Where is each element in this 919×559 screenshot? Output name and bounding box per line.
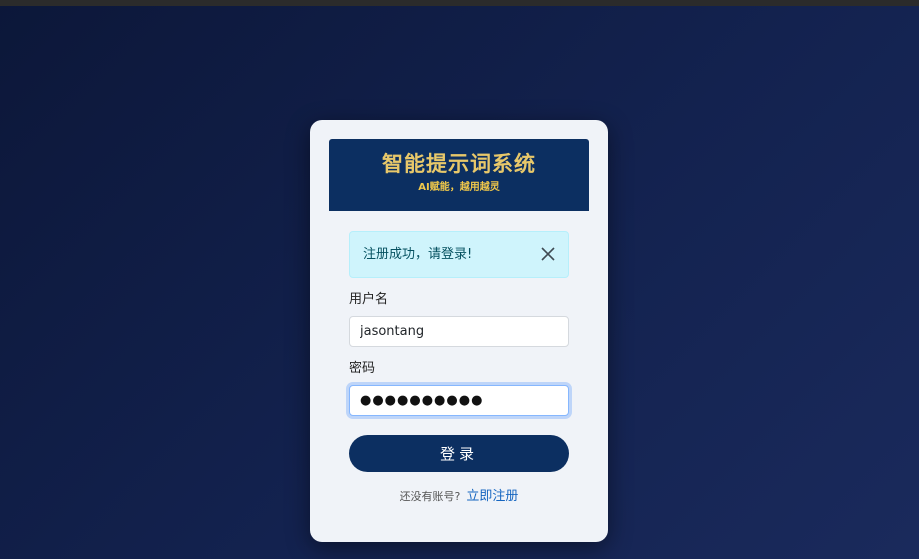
app-subtitle: AI赋能，越用越灵 — [418, 182, 500, 193]
username-label: 用户名 — [349, 292, 389, 307]
register-row: 还没有账号? 立即注册 — [310, 486, 608, 506]
login-button[interactable]: 登录 — [349, 435, 569, 472]
username-input[interactable] — [349, 316, 569, 347]
password-label: 密码 — [349, 361, 376, 376]
password-masked-value: ●●●●●●●●●● — [360, 393, 484, 408]
header-banner: 智能提示词系统 AI赋能，越用越灵 — [329, 139, 589, 211]
register-prompt: 还没有账号? — [399, 490, 461, 503]
password-input[interactable]: ●●●●●●●●●● — [349, 385, 569, 416]
window-top-strip — [0, 0, 919, 6]
close-icon[interactable] — [538, 244, 558, 264]
app-title: 智能提示词系统 — [382, 152, 536, 176]
alert-message: 注册成功，请登录! — [363, 247, 473, 262]
success-alert: 注册成功，请登录! — [349, 231, 569, 278]
login-card: 智能提示词系统 AI赋能，越用越灵 注册成功，请登录! 用户名 密码 ●●●●●… — [310, 120, 608, 542]
register-link[interactable]: 立即注册 — [466, 489, 518, 504]
